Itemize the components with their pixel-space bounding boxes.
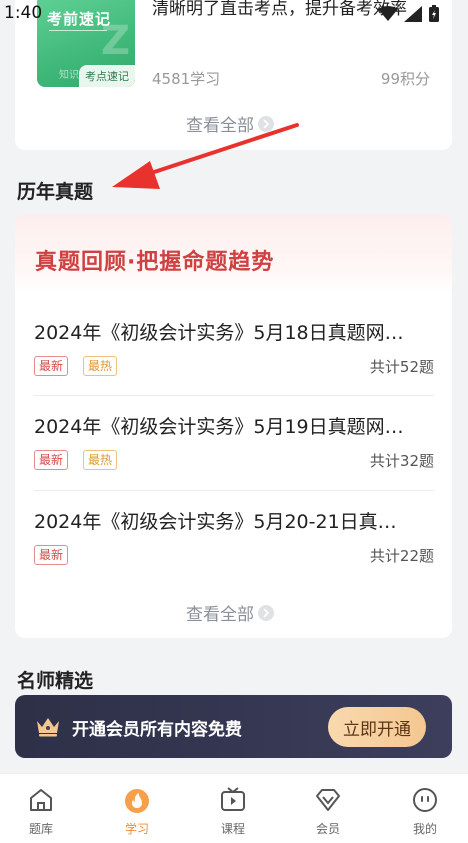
home-icon	[30, 789, 52, 811]
book-cover-tag: 考点速记	[79, 65, 135, 87]
face-icon	[413, 788, 437, 812]
tag-hottest: 最热	[83, 450, 118, 470]
tag-newest: 最新	[34, 356, 69, 376]
tab-label: 我的	[412, 822, 437, 836]
exam-item-count: 共计52题	[369, 358, 434, 376]
vip-promo-text: 开通会员所有内容免费	[72, 720, 242, 740]
book-points: 99积分	[380, 70, 430, 88]
flame-icon	[125, 789, 149, 813]
book-learners: 4581学习	[152, 70, 221, 88]
crown-icon	[37, 718, 59, 737]
exam-list-item[interactable]: 2024年《初级会计实务》5月18日真题网… 最新 最热 共计52题	[34, 318, 434, 412]
battery-icon	[429, 5, 439, 22]
divider	[34, 395, 434, 396]
tab-study[interactable]: 学习	[107, 786, 167, 837]
teachers-section-title: 名师精选	[17, 670, 94, 692]
book-cover-small-text: 知识	[59, 70, 79, 81]
bottom-tab-bar: 题库 学习 课程 会员 我的	[0, 773, 468, 843]
tab-label: 题库	[28, 822, 53, 836]
past-exams-banner-title: 真题回顾·把握命题趋势	[35, 250, 275, 275]
tab-question-bank[interactable]: 题库	[11, 786, 71, 837]
status-time: 1:40	[4, 3, 43, 23]
vip-promo-banner[interactable]: 开通会员所有内容免费 立即开通	[15, 695, 452, 758]
exam-item-count: 共计32题	[369, 452, 434, 470]
tab-label: 课程	[220, 822, 245, 836]
chevron-right-icon	[258, 604, 274, 621]
exam-item-title: 2024年《初级会计实务》5月20-21日真…	[34, 511, 397, 533]
tag-newest: 最新	[34, 450, 69, 470]
view-all-exams-button[interactable]: 查看全部	[186, 600, 274, 625]
past-exams-section-title: 历年真题	[17, 181, 94, 203]
tv-play-icon	[221, 787, 245, 811]
tab-label: 学习	[124, 822, 149, 836]
book-cover-line	[49, 30, 107, 31]
tab-label: 会员	[315, 822, 340, 836]
exam-list-item[interactable]: 2024年《初级会计实务》5月19日真题网… 最新 最热 共计32题	[34, 412, 434, 506]
annotation-arrow-icon	[112, 123, 299, 189]
wifi-icon	[378, 6, 398, 21]
exam-item-title: 2024年《初级会计实务》5月18日真题网…	[34, 322, 404, 344]
open-vip-button[interactable]: 立即开通	[328, 707, 426, 747]
status-bar: 1:40	[0, 0, 468, 30]
view-all-label: 查看全部	[186, 605, 254, 625]
exam-item-count: 共计22题	[369, 547, 434, 565]
tab-membership[interactable]: 会员	[298, 786, 358, 837]
divider	[34, 490, 434, 491]
signal-icon	[404, 6, 422, 22]
past-exams-card: 真题回顾·把握命题趋势 2024年《初级会计实务》5月18日真题网… 最新 最热…	[15, 214, 452, 638]
tab-courses[interactable]: 课程	[203, 786, 263, 837]
past-exams-banner: 真题回顾·把握命题趋势	[15, 214, 452, 294]
tag-newest: 最新	[34, 545, 69, 565]
tag-hottest: 最热	[83, 356, 118, 376]
diamond-icon	[316, 789, 340, 811]
exam-list-item[interactable]: 2024年《初级会计实务》5月20-21日真… 最新 共计22题	[34, 507, 434, 601]
status-icons	[378, 5, 440, 23]
exam-item-title: 2024年《初级会计实务》5月19日真题网…	[34, 416, 404, 438]
tab-profile[interactable]: 我的	[395, 786, 455, 837]
